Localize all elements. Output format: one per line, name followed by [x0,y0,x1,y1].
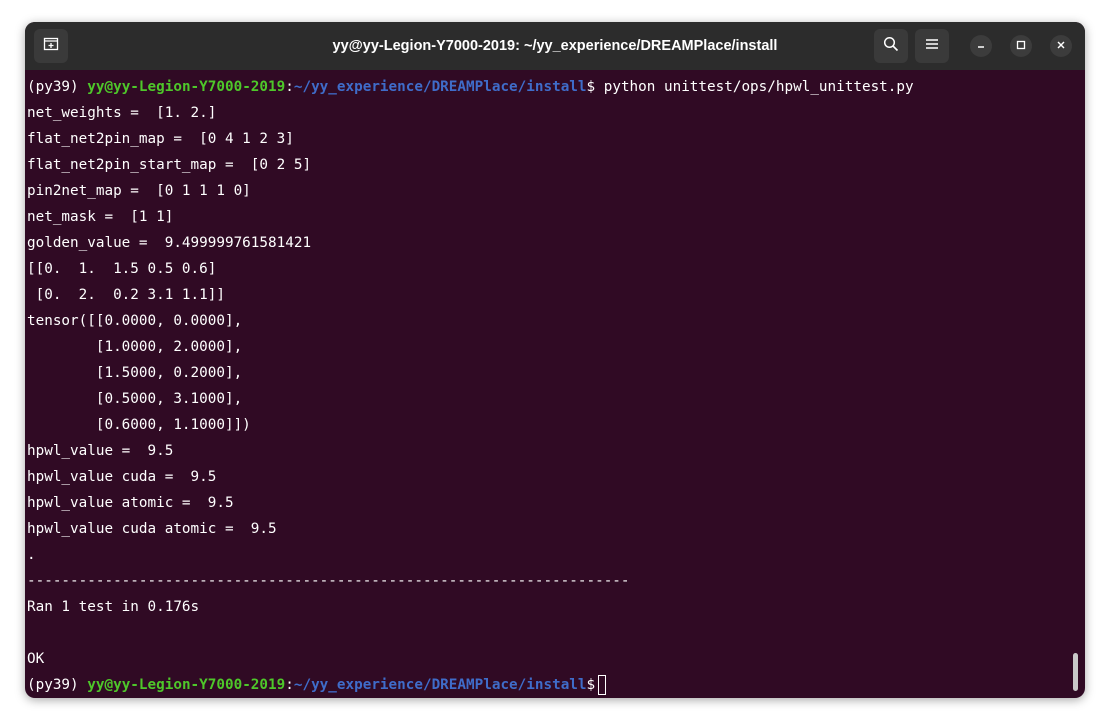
command-text: python unittest/ops/hpwl_unittest.py [603,79,914,95]
output-line: Ran 1 test in 0.176s [27,599,200,615]
maximize-button[interactable] [1010,35,1032,57]
output-line: [1.0000, 2.0000], [27,339,243,355]
output-line: hpwl_value atomic = 9.5 [27,495,234,511]
output-line: golden_value = 9.499999761581421 [27,235,312,251]
output-line: tensor([[0.0000, 0.0000], [27,313,243,329]
prompt-user-host: yy@yy-Legion-Y7000-2019 [87,677,286,693]
output-line: OK [27,651,45,667]
output-line: [0.6000, 1.1000]]) [27,417,251,433]
output-line: . [27,547,36,563]
output-line: [0.5000, 3.1000], [27,391,243,407]
output-line: hpwl_value cuda atomic = 9.5 [27,521,277,537]
prompt-colon: : [285,677,294,693]
close-button[interactable] [1050,35,1072,57]
prompt-env: (py39) [27,79,88,95]
prompt-path: ~/yy_experience/DREAMPlace/install [293,79,587,95]
search-button[interactable] [874,29,908,63]
close-icon [1056,37,1066,55]
terminal-output[interactable]: (py39) yy@yy-Legion-Y7000-2019:~/yy_expe… [27,74,1067,695]
hamburger-menu-icon [925,37,939,55]
output-line: [1.5000, 0.2000], [27,365,243,381]
output-line: net_mask = [1 1] [27,209,174,225]
prompt-symbol: $ [586,79,604,95]
prompt-path: ~/yy_experience/DREAMPlace/install [293,677,587,693]
output-line: flat_net2pin_map = [0 4 1 2 3] [27,131,294,147]
output-line: ----------------------------------------… [27,573,630,589]
output-line: net_weights = [1. 2.] [27,105,217,121]
scrollbar[interactable] [1073,653,1078,691]
command-line: (py39) yy@yy-Legion-Y7000-2019:~/yy_expe… [27,74,1067,100]
minimize-button[interactable] [970,35,992,57]
search-icon [883,36,899,57]
terminal-window: yy@yy-Legion-Y7000-2019: ~/yy_experience… [25,22,1085,698]
output-line: [[0. 1. 1.5 0.5 0.6] [27,261,217,277]
prompt-symbol: $ [586,677,596,693]
output-line: [0. 2. 0.2 3.1 1.1]] [27,287,225,303]
text-cursor [598,675,607,695]
maximize-icon [1016,37,1026,55]
output-line: hpwl_value cuda = 9.5 [27,469,217,485]
output-line: pin2net_map = [0 1 1 1 0] [27,183,251,199]
minimize-icon [976,37,986,55]
output-line: hpwl_value = 9.5 [27,443,174,459]
prompt-user-host: yy@yy-Legion-Y7000-2019 [87,79,286,95]
prompt-colon: : [285,79,294,95]
menu-button[interactable] [915,29,949,63]
title-bar: yy@yy-Legion-Y7000-2019: ~/yy_experience… [25,22,1085,70]
current-prompt-line[interactable]: (py39) yy@yy-Legion-Y7000-2019:~/yy_expe… [27,672,1067,698]
output-line: flat_net2pin_start_map = [0 2 5] [27,157,312,173]
prompt-env: (py39) [27,677,88,693]
